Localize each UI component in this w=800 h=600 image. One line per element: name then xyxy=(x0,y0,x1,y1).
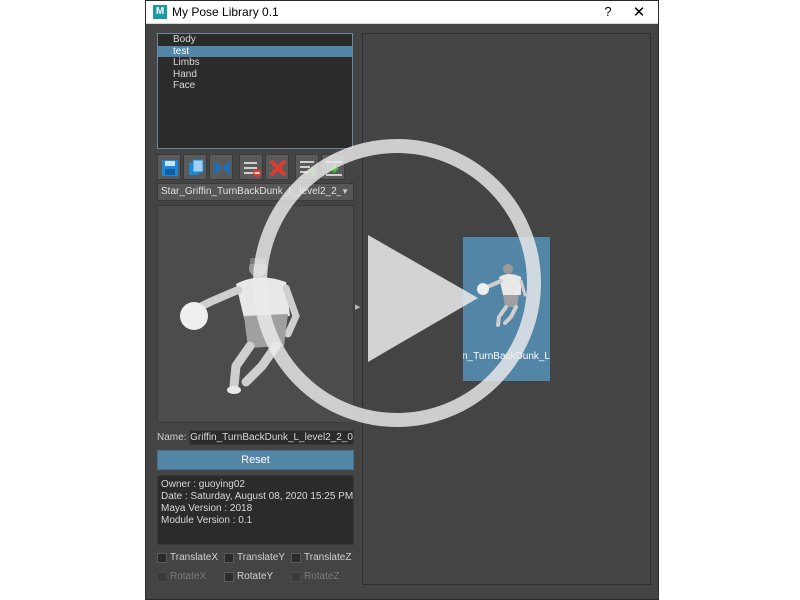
chevron-down-icon: ▼ xyxy=(341,187,349,196)
pose-info-box: Owner : guoying02 Date : Saturday, Augus… xyxy=(157,475,354,545)
rotate-options: RotateX RotateY RotateZ xyxy=(157,570,357,584)
rotate-z-checkbox[interactable] xyxy=(291,572,301,582)
info-owner: Owner : guoying02 xyxy=(161,479,245,490)
rotate-y-label: RotateY xyxy=(237,571,274,582)
rotate-x-label: RotateX xyxy=(170,571,207,582)
category-item-face[interactable]: Face xyxy=(158,80,352,92)
delete-pose-button[interactable] xyxy=(265,154,289,180)
pose-library-window: M My Pose Library 0.1 ? ✕ Body test Limb… xyxy=(145,0,659,600)
pose-preview-figure xyxy=(180,258,300,394)
save-icon xyxy=(162,160,178,176)
title-bar[interactable]: M My Pose Library 0.1 ? ✕ xyxy=(146,1,658,24)
reset-button[interactable]: Reset xyxy=(157,450,354,470)
pose-preview xyxy=(157,205,354,423)
translate-y-label: TranslateY xyxy=(237,552,285,563)
move-down-button[interactable] xyxy=(321,154,345,180)
pose-thumbnail-label: Star_Griffin_TurnBackDunk_L_ xyxy=(463,351,550,362)
translate-y-checkbox[interactable] xyxy=(224,553,234,563)
name-label: Name: xyxy=(157,432,187,443)
rotate-x-checkbox[interactable] xyxy=(157,572,167,582)
move-up-button[interactable] xyxy=(295,154,319,180)
move-up-icon xyxy=(300,161,317,176)
info-module-version: Module Version : 0.1 xyxy=(161,515,253,526)
close-button[interactable]: ✕ xyxy=(632,3,646,21)
category-item-limbs[interactable]: Limbs xyxy=(158,57,352,69)
translate-x-checkbox[interactable] xyxy=(157,553,167,563)
mirror-icon xyxy=(214,161,230,175)
pose-dropdown-value: Star_Griffin_TurnBackDunk_L_level2_2_0 xyxy=(161,186,341,197)
rotate-z-label: RotateZ xyxy=(304,571,340,582)
category-item-test[interactable]: test xyxy=(158,45,352,57)
copy-icon xyxy=(189,159,204,175)
splitter-handle-icon[interactable]: ▶ xyxy=(355,303,360,311)
app-icon: M xyxy=(153,5,167,19)
name-row: Name: Star_Griffin_TurnBackDunk_L_level2… xyxy=(157,430,354,446)
translate-options: TranslateX TranslateY TranslateZ xyxy=(157,551,357,565)
info-maya-version: Maya Version : 2018 xyxy=(161,503,253,514)
pose-toolbar xyxy=(157,154,354,180)
category-item-hand[interactable]: Hand xyxy=(158,69,352,81)
translate-z-checkbox[interactable] xyxy=(291,553,301,563)
save-pose-button[interactable] xyxy=(157,154,181,180)
info-date: Date : Saturday, August 08, 2020 15:25 P… xyxy=(161,491,354,502)
help-button[interactable]: ? xyxy=(601,4,615,19)
pose-library-grid: Star_Griffin_TurnBackDunk_L_ xyxy=(362,33,651,585)
delete-icon xyxy=(269,159,287,177)
window-title: My Pose Library 0.1 xyxy=(172,5,279,19)
translate-x-label: TranslateX xyxy=(170,552,218,563)
pose-thumbnail-figure xyxy=(477,264,527,327)
translate-z-label: TranslateZ xyxy=(304,552,352,563)
copy-pose-button[interactable] xyxy=(183,154,207,180)
category-list[interactable]: Body test Limbs Hand Face xyxy=(157,33,353,149)
pose-thumbnail[interactable]: Star_Griffin_TurnBackDunk_L_ xyxy=(463,237,550,381)
rotate-y-checkbox[interactable] xyxy=(224,572,234,582)
mirror-pose-button[interactable] xyxy=(209,154,233,180)
pose-dropdown[interactable]: Star_Griffin_TurnBackDunk_L_level2_2_0 ▼ xyxy=(157,183,354,201)
remove-pose-icon xyxy=(244,162,261,177)
move-down-icon xyxy=(326,161,342,176)
category-item-body[interactable]: Body xyxy=(158,34,352,46)
name-input[interactable]: Star_Griffin_TurnBackDunk_L_level2_2_0 xyxy=(189,430,354,445)
remove-from-category-button[interactable] xyxy=(239,154,263,180)
